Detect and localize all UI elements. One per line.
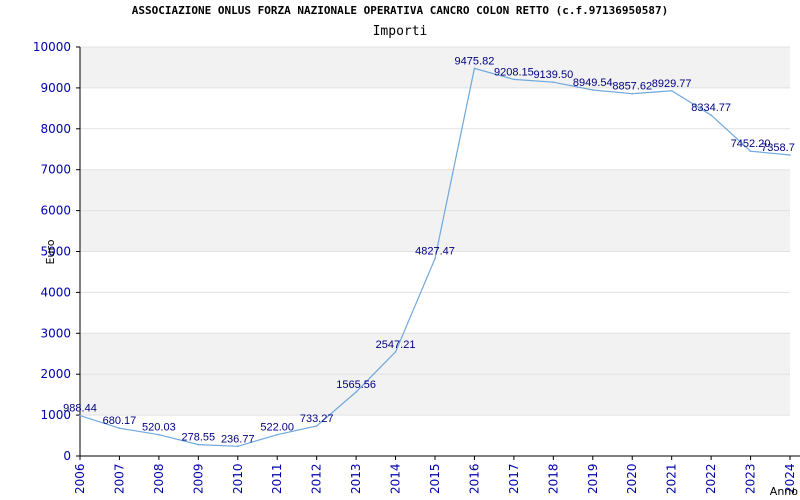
data-point xyxy=(710,114,712,116)
y-axis-label: Euro xyxy=(44,239,57,264)
y-tick-label: 10000 xyxy=(33,40,71,54)
data-label: 8949.54 xyxy=(573,77,613,89)
y-tick-label: 2000 xyxy=(40,367,71,381)
data-point xyxy=(197,443,200,446)
data-point xyxy=(355,391,357,393)
data-label: 2547.21 xyxy=(376,339,416,351)
data-point xyxy=(79,414,81,417)
x-tick-label: 2017 xyxy=(507,463,521,494)
grid-band xyxy=(80,169,790,211)
y-tick-label: 8000 xyxy=(40,122,71,136)
data-point xyxy=(789,154,791,156)
x-tick-labels: 2006 2007 2008 2009 2010 2011 2012 2013 2014 2015… xyxy=(73,463,797,494)
data-point xyxy=(552,81,555,83)
y-tick-label: 3000 xyxy=(40,326,71,340)
data-point xyxy=(315,425,318,427)
data-label: 9475.82 xyxy=(455,55,495,67)
x-tick-label: 2007 xyxy=(112,463,126,494)
data-point xyxy=(276,433,279,436)
data-point xyxy=(118,427,121,429)
data-label: 680.17 xyxy=(103,415,137,427)
data-label: 9208.15 xyxy=(494,66,534,78)
x-tick-label: 2019 xyxy=(586,463,600,494)
y-tick-label: 4000 xyxy=(40,285,71,299)
data-label: 8929.77 xyxy=(652,78,692,90)
y-tick-label: 9000 xyxy=(40,81,71,95)
x-tick-label: 2014 xyxy=(389,463,403,494)
data-label: 278.55 xyxy=(182,432,216,444)
y-tick-label: 0 xyxy=(63,449,71,463)
data-point xyxy=(631,92,634,95)
data-label: 520.03 xyxy=(142,422,176,434)
x-tick-label: 2022 xyxy=(704,463,718,494)
data-point xyxy=(236,445,239,448)
x-tick-label: 2013 xyxy=(349,463,363,494)
line-chart: 0100020003000400050006000700080009000100… xyxy=(33,40,800,498)
data-label: 8857.62 xyxy=(612,81,652,93)
data-label: 1565.56 xyxy=(336,379,376,391)
x-tick-label: 2023 xyxy=(744,463,758,494)
grid-band xyxy=(80,87,790,129)
x-tick-label: 2008 xyxy=(152,463,166,494)
data-point xyxy=(158,433,160,436)
data-point xyxy=(473,67,476,70)
data-point xyxy=(749,150,752,153)
x-tick-label: 2010 xyxy=(231,463,245,494)
y-tick-label: 6000 xyxy=(40,204,71,218)
data-label: 7358.7 xyxy=(761,142,795,154)
data-point xyxy=(434,257,436,260)
data-point xyxy=(513,78,515,81)
data-point xyxy=(394,351,397,353)
x-tick-label: 2011 xyxy=(270,463,284,494)
x-axis-label: Anno xyxy=(770,485,798,498)
x-tick-label: 2021 xyxy=(665,463,679,494)
data-label: 9139.50 xyxy=(533,69,573,81)
data-label: 733.27 xyxy=(300,413,334,425)
x-tick-label: 2015 xyxy=(428,463,442,494)
data-label: 988.44 xyxy=(63,403,97,415)
x-tick-label: 2018 xyxy=(546,463,560,494)
data-label: 4827.47 xyxy=(415,246,455,258)
x-tick-label: 2006 xyxy=(73,463,87,494)
grid-band xyxy=(80,333,790,375)
data-point xyxy=(670,89,673,92)
y-tick-label: 7000 xyxy=(40,163,71,177)
grid-band xyxy=(80,128,790,170)
x-tick-label: 2009 xyxy=(191,463,205,494)
data-label: 236.77 xyxy=(221,433,255,445)
x-tick-label: 2012 xyxy=(310,463,324,494)
grid-band xyxy=(80,374,790,416)
data-label: 522.00 xyxy=(260,422,294,434)
grid-band xyxy=(80,292,790,334)
data-label: 8334.77 xyxy=(691,102,731,114)
data-point xyxy=(591,89,594,91)
x-tick-label: 2020 xyxy=(625,463,639,494)
x-tick-label: 2016 xyxy=(467,463,481,494)
